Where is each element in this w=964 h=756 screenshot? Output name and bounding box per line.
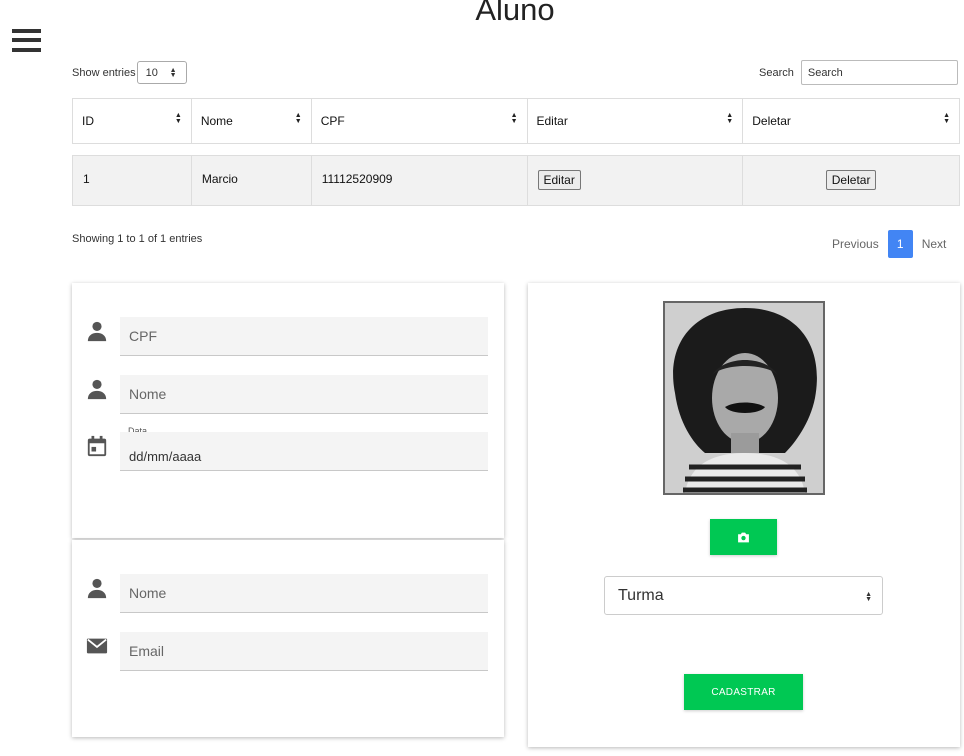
- cell-editar: Editar: [526, 155, 744, 206]
- delete-button[interactable]: Deletar: [825, 170, 877, 190]
- column-header-cpf[interactable]: CPF ▲ ▼: [310, 98, 528, 144]
- nome-field[interactable]: Nome: [120, 375, 488, 414]
- column-header-id[interactable]: ID ▲ ▼: [72, 98, 192, 144]
- column-header-editar[interactable]: Editar ▲ ▼: [526, 98, 744, 144]
- sort-icon: ▲ ▼: [726, 112, 734, 125]
- edit-button[interactable]: Editar: [537, 170, 581, 190]
- table-info: Showing 1 to 1 of 1 entries: [72, 233, 203, 245]
- search-input[interactable]: [800, 60, 958, 85]
- calendar-icon: [87, 435, 107, 457]
- data-field[interactable]: dd/mm/aaaa: [120, 432, 488, 471]
- sort-icon: ▲ ▼: [294, 112, 302, 125]
- hamburger-menu-icon[interactable]: [12, 29, 42, 55]
- page-title: Aluno: [475, 0, 555, 27]
- turma-value: Turma: [618, 586, 664, 604]
- page-1-button[interactable]: 1: [887, 230, 913, 258]
- contact-card: Nome Email: [72, 540, 504, 737]
- column-header-nome[interactable]: Nome ▲ ▼: [190, 98, 312, 144]
- entries-length-select[interactable]: 10 ▲ ▼: [136, 61, 187, 84]
- camera-icon: [738, 532, 749, 542]
- cell-id: 1: [72, 155, 192, 206]
- previous-page-link[interactable]: Previous: [832, 237, 879, 251]
- cell-cpf: 11112520909: [310, 155, 528, 206]
- pagination: Previous 1 Next: [832, 230, 946, 258]
- person-icon: [87, 321, 107, 342]
- column-header-deletar[interactable]: Deletar ▲ ▼: [742, 98, 960, 144]
- email-field[interactable]: Email: [120, 632, 488, 671]
- person-icon: [87, 578, 107, 599]
- cpf-field[interactable]: CPF: [120, 317, 488, 356]
- menu-bar: [12, 29, 41, 33]
- portrait-image: [665, 303, 823, 493]
- students-table: ID ▲ ▼ Nome ▲ ▼ CPF ▲ ▼ Editar ▲ ▼ Deletar ▲ ▼ 1 M…: [72, 98, 960, 206]
- person-icon: [87, 379, 107, 400]
- entries-length-label: Show entries: [72, 66, 136, 79]
- photo-card: Turma ▲ ▼ CADASTRAR: [528, 283, 960, 747]
- camera-button[interactable]: [710, 519, 777, 555]
- select-arrows-icon: ▲ ▼: [865, 591, 872, 603]
- select-arrows-icon: ▲ ▼: [169, 67, 177, 79]
- search-label: Search: [759, 66, 794, 79]
- cell-deletar: Deletar: [742, 155, 960, 206]
- cell-nome: Marcio: [190, 155, 312, 206]
- menu-bar: [12, 38, 41, 42]
- table-spacer: [72, 143, 960, 156]
- menu-bar: [12, 48, 41, 52]
- contact-nome-field[interactable]: Nome: [120, 574, 488, 613]
- sort-icon: ▲ ▼: [510, 112, 518, 125]
- sort-icon: ▲ ▼: [943, 112, 950, 125]
- student-info-card: CPF Nome Data dd/mm/aaaa: [72, 283, 504, 538]
- sort-icon: ▲ ▼: [174, 112, 182, 125]
- student-photo: [663, 301, 825, 495]
- table-search: Search: [759, 60, 958, 85]
- turma-select[interactable]: Turma ▲ ▼: [604, 576, 883, 615]
- next-page-link[interactable]: Next: [922, 237, 947, 251]
- table-row: 1 Marcio 11112520909 Editar Deletar: [72, 155, 960, 206]
- email-icon: [86, 638, 108, 654]
- entries-length-control: Show entries 10 ▲ ▼: [72, 61, 187, 84]
- entries-length-value: 10: [145, 66, 158, 79]
- cadastrar-button[interactable]: CADASTRAR: [684, 674, 803, 710]
